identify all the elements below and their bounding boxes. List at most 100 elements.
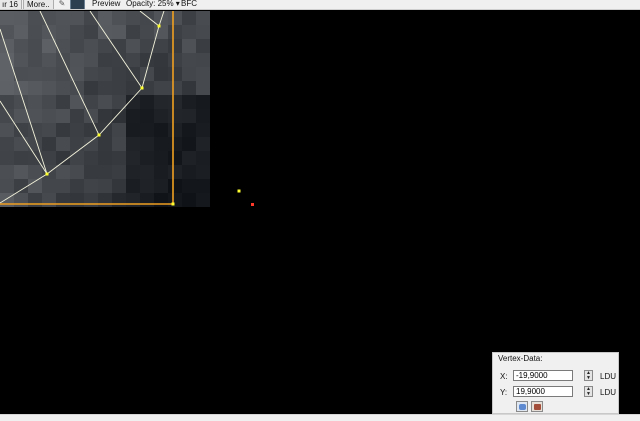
background-tile — [98, 53, 112, 67]
y-coordinate-input[interactable] — [513, 386, 573, 397]
background-tile — [112, 123, 126, 137]
background-tile — [196, 39, 210, 53]
color-swatch-button[interactable] — [70, 0, 85, 9]
background-tile — [112, 25, 126, 39]
background-tile — [182, 123, 196, 137]
background-tile — [56, 95, 70, 109]
background-tile — [196, 193, 210, 207]
bfc-toggle[interactable]: BFC — [181, 0, 197, 9]
preview-toggle[interactable]: Preview — [92, 0, 120, 9]
background-tile — [154, 123, 168, 137]
background-tile — [28, 137, 42, 151]
background-tile — [84, 81, 98, 95]
background-tile — [154, 109, 168, 123]
background-tile — [112, 137, 126, 151]
x-unit-label: LDU — [600, 372, 617, 381]
background-tile — [140, 151, 154, 165]
background-tile — [28, 53, 42, 67]
background-tile — [14, 179, 28, 193]
background-tile — [154, 81, 168, 95]
pencil-icon[interactable]: ✎ — [56, 0, 68, 9]
background-tile — [182, 109, 196, 123]
background-tile — [84, 25, 98, 39]
background-tile — [70, 109, 84, 123]
copy-vertex-button[interactable] — [516, 401, 528, 412]
grid-size-button[interactable]: ır 16 — [0, 0, 23, 9]
background-tile — [98, 179, 112, 193]
background-tile — [182, 25, 196, 39]
background-tile — [140, 53, 154, 67]
vertex-marker — [45, 172, 49, 176]
background-tile — [140, 95, 154, 109]
background-tile — [14, 109, 28, 123]
background-tile — [0, 123, 14, 137]
background-tile — [112, 193, 126, 207]
toolbar: ır 16 More.. ✎ Preview Opacity: 25% ▾ BF… — [0, 0, 640, 10]
background-tile — [42, 53, 56, 67]
background-tile — [14, 39, 28, 53]
background-tile — [98, 137, 112, 151]
background-tile — [126, 11, 140, 25]
background-tile — [56, 81, 70, 95]
background-tile — [112, 67, 126, 81]
background-tile — [0, 137, 14, 151]
background-tile — [14, 193, 28, 207]
opacity-dropdown[interactable]: Opacity: 25% ▾ — [126, 0, 180, 9]
more-button[interactable]: More.. — [23, 0, 54, 9]
background-tile — [0, 81, 14, 95]
background-tile — [168, 151, 182, 165]
background-tile — [126, 25, 140, 39]
background-tile — [140, 165, 154, 179]
x-spinner[interactable]: ▲ ▼ — [584, 370, 593, 381]
background-tile — [0, 179, 14, 193]
background-tile — [70, 25, 84, 39]
x-coordinate-input[interactable] — [513, 370, 573, 381]
paste-vertex-button[interactable] — [531, 401, 543, 412]
background-tile — [84, 109, 98, 123]
spin-down-icon[interactable]: ▼ — [585, 392, 592, 397]
background-tile — [42, 137, 56, 151]
background-tile — [112, 179, 126, 193]
background-tile — [28, 25, 42, 39]
background-tile — [168, 25, 182, 39]
spin-down-icon[interactable]: ▼ — [585, 376, 592, 381]
paste-vertex-icon — [534, 404, 541, 410]
background-tile — [14, 53, 28, 67]
x-label: X: — [500, 372, 508, 381]
background-tile — [98, 95, 112, 109]
vertex-data-panel: Vertex-Data: X: ▲ ▼ LDU Y: ▲ ▼ LDU — [492, 352, 619, 414]
background-tile — [182, 137, 196, 151]
background-tile — [28, 81, 42, 95]
background-tile — [98, 193, 112, 207]
background-tile — [42, 123, 56, 137]
vertex-marker — [157, 24, 161, 28]
background-tile — [84, 165, 98, 179]
background-tile — [196, 165, 210, 179]
background-tile — [140, 25, 154, 39]
background-tile — [140, 179, 154, 193]
background-tile — [42, 11, 56, 25]
background-tile — [56, 109, 70, 123]
background-tile — [42, 25, 56, 39]
background-tile — [140, 193, 154, 207]
background-tile — [14, 151, 28, 165]
background-tile — [98, 25, 112, 39]
background-tile — [14, 95, 28, 109]
background-tile — [70, 165, 84, 179]
background-tile — [168, 137, 182, 151]
background-tile — [56, 25, 70, 39]
vertex-panel-title: Vertex-Data: — [498, 354, 543, 363]
background-tile — [56, 193, 70, 207]
background-tile — [126, 151, 140, 165]
vertex-marker — [171, 202, 175, 206]
background-tile — [42, 95, 56, 109]
background-tile — [196, 67, 210, 81]
background-tile — [0, 193, 14, 207]
background-tile — [168, 53, 182, 67]
background-tile — [112, 165, 126, 179]
cursor-marker — [251, 203, 254, 206]
background-tile — [154, 53, 168, 67]
background-tile — [112, 151, 126, 165]
y-spinner[interactable]: ▲ ▼ — [584, 386, 593, 397]
background-tile — [168, 95, 182, 109]
